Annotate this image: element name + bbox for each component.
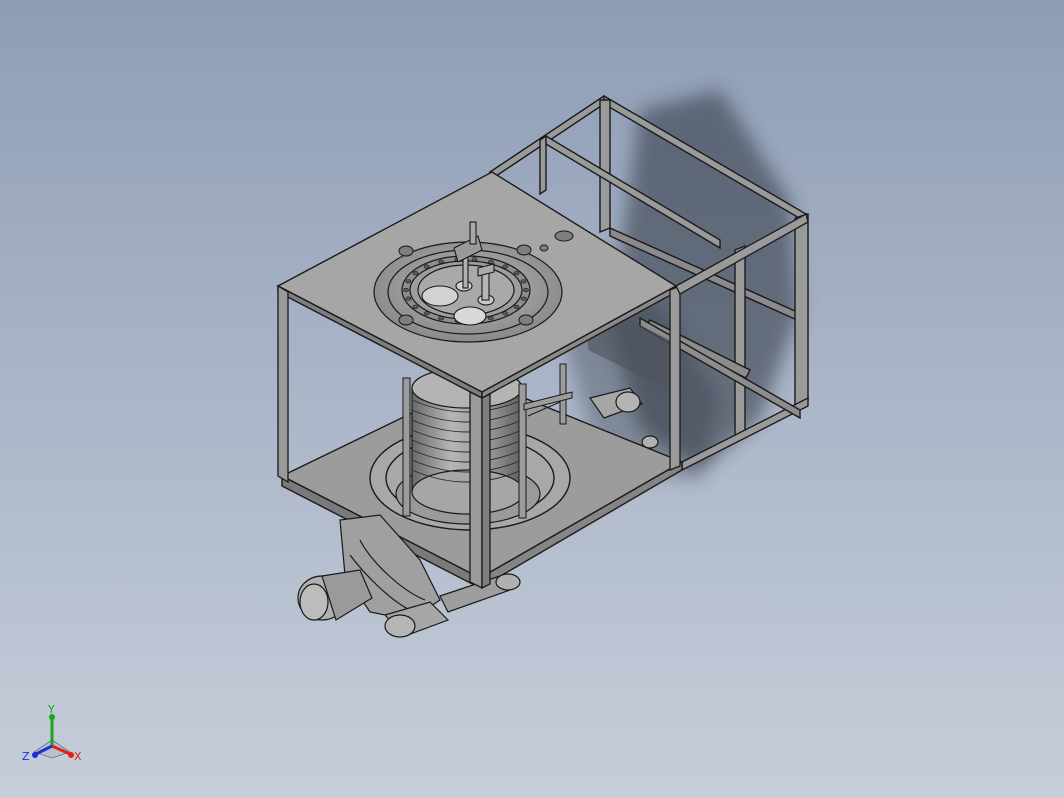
flange-bolt bbox=[513, 271, 520, 276]
z-axis-label: Z bbox=[22, 750, 30, 763]
flange-bolt bbox=[502, 264, 509, 269]
flange-bolt bbox=[523, 287, 529, 293]
flange-bolt bbox=[487, 259, 494, 264]
model-view[interactable] bbox=[0, 0, 1064, 798]
flange-bolt bbox=[405, 296, 412, 301]
flange-bolt bbox=[423, 311, 430, 316]
flange-bolt bbox=[412, 304, 419, 309]
flange-bolt bbox=[438, 259, 444, 264]
flange-bolt bbox=[438, 316, 444, 321]
y-axis-label: Y bbox=[47, 703, 55, 716]
flange-bolt bbox=[403, 287, 409, 293]
flange-bolt bbox=[471, 257, 478, 262]
flange-bolt bbox=[423, 264, 430, 269]
flange-bolt bbox=[520, 279, 527, 284]
z-axis-tip bbox=[32, 752, 38, 758]
graphics-viewport[interactable]: Y X Z bbox=[0, 0, 1064, 798]
flange-bolt bbox=[412, 271, 419, 276]
x-axis-label: X bbox=[74, 750, 82, 763]
flange-bolt bbox=[520, 296, 527, 301]
view-orientation-triad: Y X Z bbox=[22, 703, 82, 763]
flange-bolt bbox=[502, 311, 509, 316]
flange-bolt bbox=[405, 279, 412, 284]
flange-bolt bbox=[487, 316, 494, 321]
flange-bolt bbox=[513, 304, 520, 309]
